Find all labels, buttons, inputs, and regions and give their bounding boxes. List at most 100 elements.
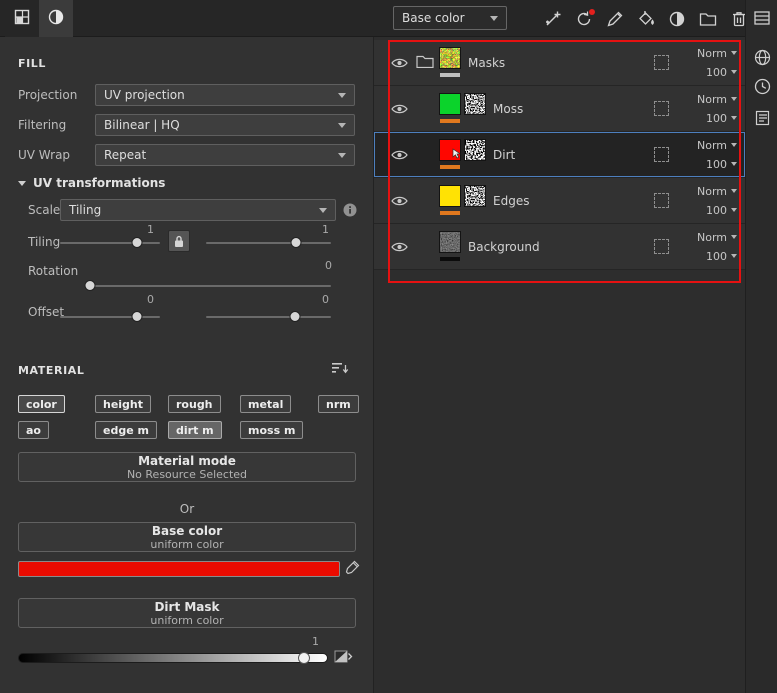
opacity-dropdown[interactable]: 100 xyxy=(706,250,737,263)
mask-thumbnail[interactable] xyxy=(464,92,486,115)
channel-button-dirt-m[interactable]: dirt m xyxy=(168,421,222,439)
slider-handle[interactable] xyxy=(289,311,301,322)
fill-bucket-tool-icon[interactable] xyxy=(636,9,656,29)
rotation-value: 0 xyxy=(325,259,332,272)
history-icon[interactable] xyxy=(753,77,771,95)
slider-handle[interactable] xyxy=(131,237,143,248)
blend-mode-value: Norm xyxy=(696,92,727,106)
channel-bar xyxy=(440,72,460,77)
mask-placeholder-icon[interactable] xyxy=(654,147,669,162)
tiling-slider-right[interactable] xyxy=(206,236,331,249)
filtering-label: Filtering xyxy=(18,118,67,132)
blend-mode-dropdown[interactable]: Norm xyxy=(697,185,737,198)
visibility-eye-icon[interactable] xyxy=(390,57,408,69)
material-section-title: MATERIAL xyxy=(18,364,85,377)
visibility-eye-icon[interactable] xyxy=(390,149,408,161)
visibility-eye-icon[interactable] xyxy=(390,241,408,253)
mask-placeholder-icon[interactable] xyxy=(654,239,669,254)
tiling-slider-left[interactable] xyxy=(60,236,160,249)
filter-sort-icon[interactable] xyxy=(332,362,349,378)
scale-dropdown[interactable]: Tiling xyxy=(60,199,336,221)
layer-color-swatch[interactable] xyxy=(439,92,461,115)
base-color-title: Base color xyxy=(151,523,223,538)
opacity-dropdown[interactable]: 100 xyxy=(706,158,737,171)
layer-thumbnail[interactable] xyxy=(439,230,461,253)
channel-button-edge-m[interactable]: edge m xyxy=(95,421,157,439)
paint-tool-icon[interactable] xyxy=(605,9,625,29)
chevron-down-icon xyxy=(490,15,498,21)
layer-name: Background xyxy=(468,239,540,254)
fill-properties-panel: FILL Projection UV projection Filtering … xyxy=(0,37,374,693)
chevron-down-icon xyxy=(731,70,737,74)
uv-wrap-dropdown[interactable]: Repeat xyxy=(95,144,355,166)
base-color-button[interactable]: Base color uniform color xyxy=(18,522,356,552)
rotation-slider[interactable] xyxy=(84,279,331,292)
channel-filter-dropdown[interactable]: Base color xyxy=(393,6,507,30)
layer-color-swatch[interactable] xyxy=(439,138,462,161)
blend-mode-dropdown[interactable]: Norm xyxy=(697,93,737,106)
slider-handle[interactable] xyxy=(290,237,302,248)
gradient-picker-icon[interactable] xyxy=(334,648,353,668)
mask-thumbnail[interactable] xyxy=(464,138,486,161)
layer-row-dirt[interactable]: Dirt Norm 100 xyxy=(374,132,745,178)
offset-slider-left[interactable] xyxy=(60,310,160,323)
blend-mode-dropdown[interactable]: Norm xyxy=(697,139,737,152)
opacity-dropdown[interactable]: 100 xyxy=(706,204,737,217)
channel-button-height[interactable]: height xyxy=(95,395,152,413)
filtering-dropdown[interactable]: Bilinear | HQ xyxy=(95,114,355,136)
layer-row-background[interactable]: Background Norm 100 xyxy=(374,224,745,270)
projection-dropdown[interactable]: UV projection xyxy=(95,84,355,106)
smudge-tool-icon[interactable] xyxy=(667,9,687,29)
layer-row-edges[interactable]: Edges Norm 100 xyxy=(374,178,745,224)
eyedropper-icon[interactable] xyxy=(345,560,360,578)
channel-button-rough[interactable]: rough xyxy=(168,395,221,413)
opacity-dropdown[interactable]: 100 xyxy=(706,66,737,79)
base-color-swatch[interactable] xyxy=(18,561,340,577)
lock-icon[interactable] xyxy=(168,230,190,252)
right-dock xyxy=(745,0,777,693)
globe-icon[interactable] xyxy=(753,48,771,66)
layer-color-swatch[interactable] xyxy=(439,184,461,207)
mask-placeholder-icon[interactable] xyxy=(654,101,669,116)
layer-row-moss[interactable]: Moss Norm 100 xyxy=(374,86,745,132)
material-mode-button[interactable]: Material mode No Resource Selected xyxy=(18,452,356,482)
dirt-mask-button[interactable]: Dirt Mask uniform color xyxy=(18,598,356,628)
visibility-eye-icon[interactable] xyxy=(390,103,408,115)
channel-button-color[interactable]: color xyxy=(18,395,65,413)
channel-button-ao[interactable]: ao xyxy=(18,421,49,439)
visibility-eye-icon[interactable] xyxy=(390,195,408,207)
chevron-down-icon xyxy=(731,235,737,239)
offset-slider-right[interactable] xyxy=(206,310,331,323)
tab-fill-properties[interactable] xyxy=(39,0,73,37)
chevron-down-icon xyxy=(731,143,737,147)
tab-layer-properties[interactable] xyxy=(5,0,39,37)
layer-row-masks[interactable]: Masks Norm 100 xyxy=(374,40,745,86)
blend-mode-dropdown[interactable]: Norm xyxy=(697,231,737,244)
channel-button-nrm[interactable]: nrm xyxy=(318,395,359,413)
slider-handle[interactable] xyxy=(131,311,143,322)
channel-button-moss-m[interactable]: moss m xyxy=(240,421,304,439)
layer-thumbnail[interactable] xyxy=(439,46,461,69)
mask-thumbnail[interactable] xyxy=(464,184,486,207)
channel-button-metal[interactable]: metal xyxy=(240,395,292,413)
info-icon[interactable] xyxy=(343,203,357,220)
tiling-value-left: 1 xyxy=(147,223,154,236)
slider-handle[interactable] xyxy=(84,280,96,291)
mask-placeholder-icon[interactable] xyxy=(654,55,669,70)
channel-filter-value: Base color xyxy=(402,11,465,25)
opacity-dropdown[interactable]: 100 xyxy=(706,112,737,125)
blend-mode-dropdown[interactable]: Norm xyxy=(697,47,737,60)
add-folder-icon[interactable] xyxy=(698,9,718,29)
projection-tool-icon[interactable] xyxy=(574,8,595,29)
polygon-fill-tool-icon[interactable] xyxy=(543,9,563,29)
gradient-slider-handle[interactable] xyxy=(298,652,310,664)
mask-placeholder-icon[interactable] xyxy=(654,193,669,208)
blend-mode-value: Norm xyxy=(696,46,727,60)
material-mode-title: Material mode xyxy=(138,453,236,468)
channel-bar xyxy=(440,256,460,261)
grayscale-gradient-slider[interactable] xyxy=(18,653,328,663)
offset-label: Offset xyxy=(28,305,65,319)
notes-icon[interactable] xyxy=(753,109,771,127)
panels-icon[interactable] xyxy=(753,9,771,27)
uv-transformations-expander[interactable]: UV transformations xyxy=(18,176,165,190)
